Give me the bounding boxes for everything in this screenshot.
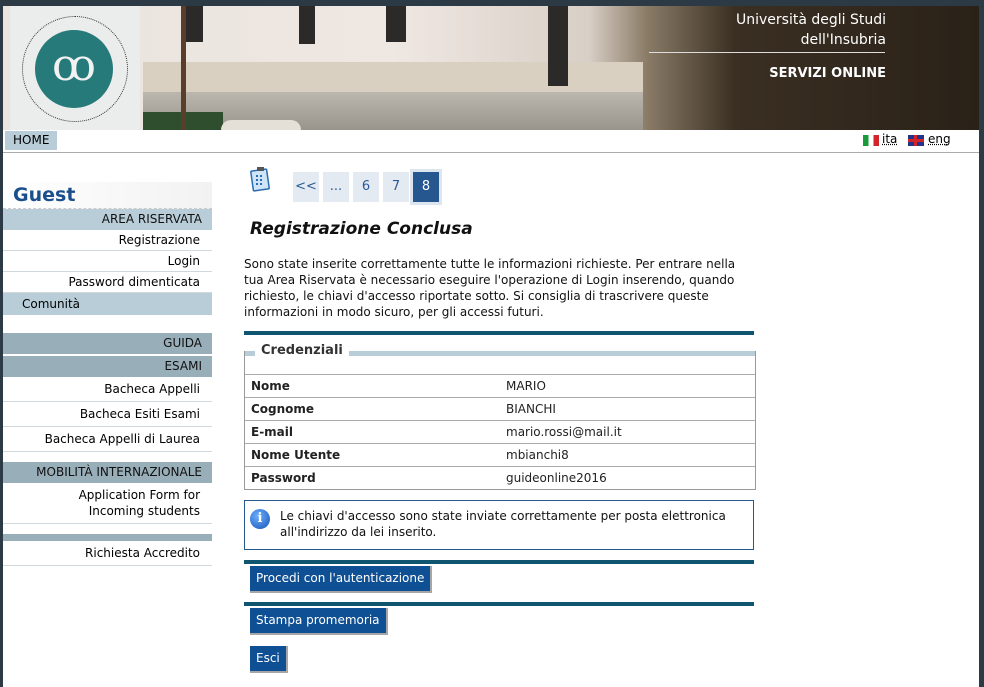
services-title: SERVIZI ONLINE [769, 66, 886, 81]
sidebar-item-bacheca-appelli[interactable]: Bacheca Appelli [3, 377, 212, 402]
sidebar-item-richiesta-accredito[interactable]: Richiesta Accredito [3, 541, 212, 566]
cell-value: mario.rossi@mail.it [500, 420, 755, 444]
table-row: Nome MARIO [245, 374, 755, 398]
pager-step-8-active[interactable]: 8 [410, 169, 442, 205]
sidebar-item-comunita[interactable]: Comunità [3, 293, 212, 315]
banner-window [183, 6, 203, 42]
exit-button[interactable]: Esci [250, 646, 288, 673]
sidebar-item-registrazione[interactable]: Registrazione [3, 230, 212, 251]
step-pager: << ... 6 7 8 [293, 169, 442, 205]
cell-value: MARIO [500, 374, 755, 398]
university-name-line2: dell'Insubria [800, 32, 886, 48]
credentials-legend: Credenziali [255, 343, 349, 358]
info-icon: i [250, 509, 270, 529]
sidebar-item-bacheca-esiti-esami[interactable]: Bacheca Esiti Esami [3, 402, 212, 427]
banner-bench [221, 120, 301, 130]
home-tab[interactable]: HOME [5, 131, 58, 150]
table-row: Nome Utente mbianchi8 [245, 443, 755, 467]
header-divider [649, 52, 885, 53]
divider [244, 560, 754, 564]
top-navigation: HOME ita eng [3, 130, 979, 153]
cell-label: Nome [245, 374, 500, 398]
sidebar-item-password-dimenticata[interactable]: Password dimenticata [3, 272, 212, 293]
sidebar-item-bacheca-appelli-laurea[interactable]: Bacheca Appelli di Laurea [3, 427, 212, 452]
section-empty [3, 534, 212, 541]
header-banner: ꝏ Università degli Studi dell'Insubria S… [3, 6, 979, 130]
divider [244, 602, 754, 606]
cell-value: guideonline2016 [500, 466, 755, 489]
sidebar-item-application-form[interactable]: Application Form for Incoming students [3, 483, 212, 524]
sidebar-item-login[interactable]: Login [3, 251, 212, 272]
intro-text: Sono state inserite correttamente tutte … [244, 257, 736, 319]
clipboard-icon [250, 167, 270, 192]
banner-window [548, 6, 568, 86]
credentials-box: Credenziali Nome MARIO Cognome BIANCHI E-m… [244, 343, 756, 490]
banner-window [386, 6, 406, 42]
page-frame: ꝏ Università degli Studi dell'Insubria S… [3, 6, 979, 687]
credentials-table: Nome MARIO Cognome BIANCHI E-mail mario.ros… [245, 374, 755, 489]
section-mobilita: MOBILITÀ INTERNAZIONALE [3, 462, 212, 483]
pager-step-7[interactable]: 7 [383, 172, 409, 202]
pager-step-6[interactable]: 6 [353, 172, 379, 202]
university-name: Università degli Studi dell'Insubria [736, 10, 886, 50]
pager-first[interactable]: << [293, 172, 319, 202]
window-edge [979, 6, 984, 687]
section-area-riservata: AREA RISERVATA [3, 209, 212, 230]
pager-ellipsis[interactable]: ... [323, 172, 349, 202]
section-esami: ESAMI [3, 356, 212, 377]
uk-flag-icon[interactable] [908, 135, 924, 146]
cell-label: Cognome [245, 397, 500, 421]
banner-window [299, 6, 315, 44]
cell-value: mbianchi8 [500, 443, 755, 467]
cell-label: Password [245, 466, 500, 489]
table-row: Password guideonline2016 [245, 466, 755, 489]
banner-wall [143, 62, 643, 92]
print-reminder-button[interactable]: Stampa promemoria [250, 608, 388, 635]
divider [244, 331, 754, 335]
proceed-authentication-button[interactable]: Procedi con l'autenticazione [250, 566, 433, 593]
table-row: Cognome BIANCHI [245, 397, 755, 421]
info-message-box: i Le chiavi d'accesso sono state inviate… [244, 500, 754, 550]
user-name: Guest [3, 182, 212, 209]
cell-label: E-mail [245, 420, 500, 444]
page-title: Registrazione Conclusa [250, 219, 473, 239]
cell-value: BIANCHI [500, 397, 755, 421]
cell-label: Nome Utente [245, 443, 500, 467]
banner-tree [181, 6, 186, 130]
sidebar: Guest AREA RISERVATA Registrazione Login… [3, 182, 212, 566]
italy-flag-icon[interactable] [863, 135, 879, 146]
table-row: E-mail mario.rossi@mail.it [245, 420, 755, 444]
language-eng-link[interactable]: eng [928, 132, 951, 146]
language-ita-link[interactable]: ita [882, 132, 897, 146]
info-message: Le chiavi d'accesso sono state inviate c… [280, 509, 726, 539]
logo-symbol-icon: ꝏ [52, 40, 96, 91]
university-logo[interactable]: ꝏ [10, 6, 140, 130]
section-guida[interactable]: GUIDA [3, 333, 212, 354]
university-name-line1: Università degli Studi [735, 12, 886, 28]
